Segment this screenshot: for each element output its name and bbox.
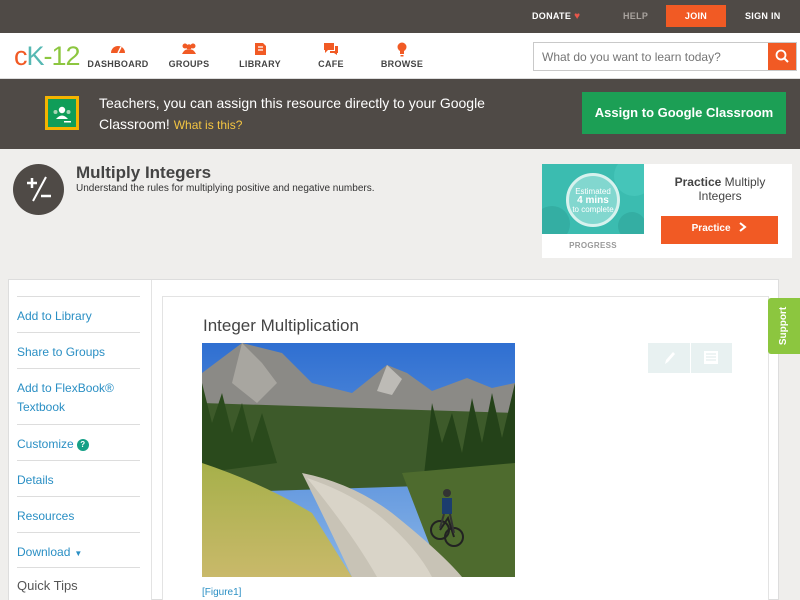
support-tab[interactable]: Support xyxy=(768,298,800,354)
sidebar-add-to-flexbook[interactable]: Add to FlexBook® Textbook xyxy=(17,368,140,417)
nav-dashboard-label: DASHBOARD xyxy=(87,59,149,69)
to-complete-label: to complete xyxy=(572,205,614,214)
caret-down-icon: ▼ xyxy=(74,549,83,558)
nav-cafe[interactable]: CAFE xyxy=(296,41,366,69)
cafe-icon xyxy=(324,43,338,55)
concept-title: Multiply Integers xyxy=(76,163,212,182)
practice-button-label: Practice xyxy=(691,223,731,234)
concept-subtitle: Understand the rules for multiplying pos… xyxy=(76,183,375,194)
lesson-content: Integer Multiplication [Figure1] xyxy=(162,296,769,600)
mountain-biker-image xyxy=(202,343,515,577)
nav-browse[interactable]: BROWSE xyxy=(367,41,437,69)
support-label: Support xyxy=(778,306,789,346)
nav-groups[interactable]: GROUPS xyxy=(154,41,224,69)
top-bar: DONATE ♥ HELP JOIN SIGN IN xyxy=(0,0,800,33)
nav-browse-label: BROWSE xyxy=(380,59,424,69)
google-classroom-icon xyxy=(45,96,79,130)
search-icon xyxy=(775,49,789,63)
ck12-logo[interactable]: cK-12 xyxy=(14,41,81,72)
banner-text: Teachers, you can assign this resource d… xyxy=(99,95,485,132)
lesson-title: Integer Multiplication xyxy=(203,316,359,335)
nav-cafe-label: CAFE xyxy=(318,59,344,69)
help-link[interactable]: HELP xyxy=(623,0,648,33)
nav-dashboard[interactable]: DASHBOARD xyxy=(83,41,153,69)
sidebar-details[interactable]: Details xyxy=(17,460,140,490)
notes-icon[interactable] xyxy=(690,343,732,373)
pencil-icon[interactable] xyxy=(648,343,690,373)
what-is-this-link[interactable]: What is this? xyxy=(174,118,243,132)
sidebar-share-to-groups[interactable]: Share to Groups xyxy=(17,332,140,362)
practice-button[interactable]: Practice xyxy=(661,216,778,244)
assign-google-classroom-button[interactable]: Assign to Google Classroom xyxy=(582,92,786,134)
join-button[interactable]: JOIN xyxy=(666,5,726,27)
practice-card: Estimated 4 mins to complete PROGRESS Pr… xyxy=(542,164,792,258)
figure-caption-link[interactable]: [Figure1] xyxy=(202,587,241,598)
main-nav: cK-12 DASHBOARD GROUPS LIBRARY CAFE BROW… xyxy=(0,33,800,79)
sign-in-link[interactable]: SIGN IN xyxy=(745,0,781,33)
sidebar-customize[interactable]: Customize? xyxy=(17,424,140,454)
classroom-people-icon xyxy=(53,106,71,123)
main-content-area: Add to Library Share to Groups Add to Fl… xyxy=(8,279,779,600)
library-icon xyxy=(255,43,266,55)
logo-c: c xyxy=(14,41,27,71)
donate-label: DONATE xyxy=(532,11,572,21)
progress-graphic: Estimated 4 mins to complete xyxy=(542,164,644,234)
help-question-icon[interactable]: ? xyxy=(76,439,89,451)
heart-icon: ♥ xyxy=(574,11,581,22)
nav-library[interactable]: LIBRARY xyxy=(225,41,295,69)
nav-library-label: LIBRARY xyxy=(239,59,281,69)
banner-message: Teachers, you can assign this resource d… xyxy=(99,93,519,136)
progress-circle: Estimated 4 mins to complete xyxy=(566,173,620,227)
sidebar: Add to Library Share to Groups Add to Fl… xyxy=(9,280,152,600)
sidebar-download[interactable]: Download ▼ xyxy=(17,532,140,563)
nav-groups-label: GROUPS xyxy=(168,59,210,69)
chevron-right-icon xyxy=(739,222,747,232)
plus-minus-icon xyxy=(13,164,64,215)
groups-icon xyxy=(182,43,196,54)
teacher-banner: Teachers, you can assign this resource d… xyxy=(0,79,800,149)
dashboard-icon xyxy=(111,46,125,54)
content-tools xyxy=(648,343,732,373)
lesson-figure-image xyxy=(202,343,515,577)
download-label: Download xyxy=(17,545,71,559)
practice-title-bold: Practice xyxy=(674,175,722,189)
practice-title: Practice Multiply Integers xyxy=(660,175,780,203)
search-button[interactable] xyxy=(768,43,796,70)
sidebar-add-to-library[interactable]: Add to Library xyxy=(17,296,140,326)
progress-label: PROGRESS xyxy=(569,241,617,250)
donate-link[interactable]: DONATE ♥ xyxy=(532,0,580,33)
estimated-mins: 4 mins xyxy=(577,195,609,206)
quick-tips-heading[interactable]: Quick Tips xyxy=(17,567,140,593)
search-box xyxy=(533,42,797,71)
sidebar-resources[interactable]: Resources xyxy=(17,496,140,526)
browse-icon xyxy=(397,42,407,57)
logo-12: -12 xyxy=(43,41,81,71)
logo-k: K xyxy=(26,41,45,71)
customize-label: Customize xyxy=(17,437,74,451)
search-input[interactable] xyxy=(534,43,764,70)
